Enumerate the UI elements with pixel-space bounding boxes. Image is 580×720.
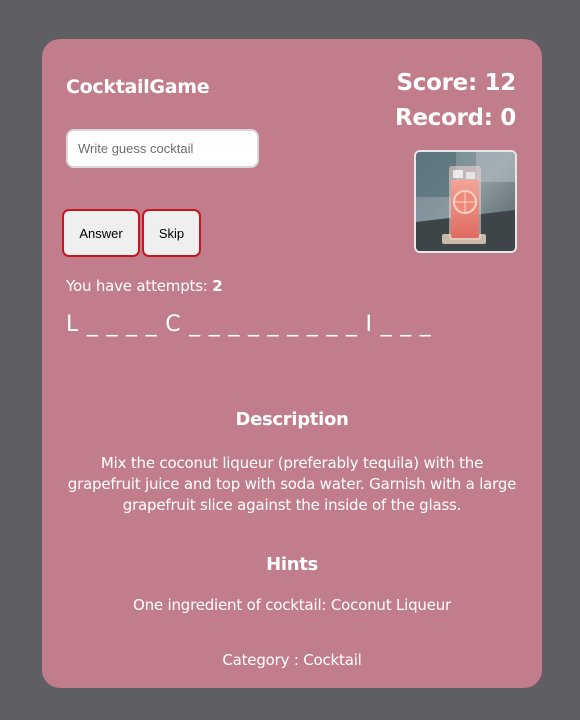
hint-text: One ingredient of cocktail: Coconut Liqu… [132,596,452,614]
description-text: Mix the coconut liqueur (preferably tequ… [67,454,517,514]
hints-title: Hints [266,554,318,575]
score-label: Score: 12 [396,70,517,96]
answer-button[interactable]: Answer [62,209,140,257]
game-card: CocktailGame Score: 12 Record: 0 Write g… [42,39,542,688]
cocktail-photo-icon [414,150,517,253]
attempts-count: 2 [212,277,223,295]
app-title: CocktailGame [66,76,210,98]
attempts-prefix: You have attempts: [66,277,213,295]
record-label: Record: 0 [394,105,516,131]
word-mask: L _ _ _ _ C _ _ _ _ _ _ _ _ _ I _ _ _ [66,312,432,337]
attempts-text: You have attempts: 2 [66,277,223,295]
guess-input[interactable] [66,129,259,168]
category-text: Category : Cocktail [222,651,362,669]
skip-button[interactable]: Skip [142,209,201,257]
description-title: Description [235,409,349,430]
